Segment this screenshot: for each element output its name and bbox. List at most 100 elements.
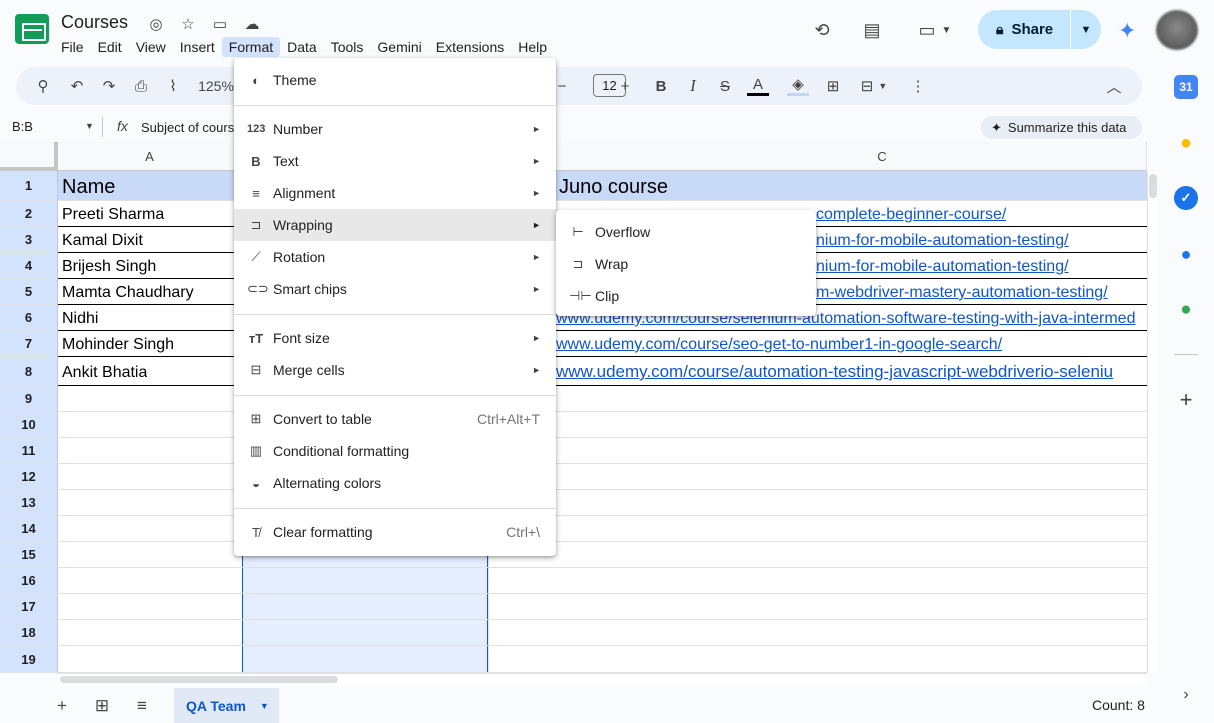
select-all-corner[interactable]	[0, 142, 58, 171]
chevron-down-icon[interactable]: ▼	[260, 701, 269, 711]
row-header-4[interactable]: 4	[0, 253, 58, 279]
menu-insert[interactable]: Insert	[173, 37, 222, 57]
menu-item-merge-cells[interactable]: ⊟ Merge cells ►	[234, 354, 556, 386]
row-header-7[interactable]: 7	[0, 331, 58, 357]
cell-a1[interactable]: Name	[62, 176, 115, 199]
borders-icon[interactable]: ⊞	[822, 74, 844, 98]
strikethrough-icon[interactable]: S	[714, 74, 736, 98]
name-box[interactable]: B:B	[12, 119, 33, 134]
row-header-5[interactable]: 5	[0, 279, 58, 305]
print-icon[interactable]: ⎙	[130, 74, 152, 98]
sheet-tab-qa-team[interactable]: QA Team ▼	[174, 688, 279, 723]
cell-c5-link[interactable]: m-webdriver-mastery-automation-testing/	[816, 284, 1108, 302]
italic-icon[interactable]: I	[682, 74, 704, 98]
row-header-3[interactable]: 3	[0, 227, 58, 253]
menu-item-alternating-colors[interactable]: ◒ Alternating colors	[234, 467, 556, 499]
cell-a6[interactable]: Nidhi	[62, 310, 98, 328]
document-title[interactable]: Courses	[61, 12, 128, 33]
expand-panel-icon[interactable]: ›	[1174, 683, 1198, 707]
table-row[interactable]	[58, 490, 1147, 516]
share-button[interactable]: 🔒︎ Share ▼	[978, 10, 1101, 49]
row-header-19[interactable]: 19	[0, 646, 58, 673]
summarize-data-button[interactable]: ✦ Summarize this data	[981, 116, 1142, 139]
horizontal-scroll-thumb[interactable]	[60, 676, 338, 683]
selection-count[interactable]: Count: 8	[1092, 697, 1145, 713]
column-header-c[interactable]: C	[488, 142, 1147, 171]
row-header-16[interactable]: 16	[0, 568, 58, 594]
undo-icon[interactable]: ↶	[66, 74, 88, 98]
avatar[interactable]	[1156, 10, 1198, 50]
meet-icon[interactable]: ▭ ▼	[912, 14, 958, 46]
submenu-item-wrap[interactable]: ⊐ Wrap	[556, 248, 816, 280]
comments-icon[interactable]: ▤	[856, 14, 888, 46]
table-row[interactable]	[58, 438, 1147, 464]
bold-icon[interactable]: B	[650, 74, 672, 98]
more-options-icon[interactable]: ⋮	[908, 74, 928, 98]
row-header-13[interactable]: 13	[0, 490, 58, 516]
table-row[interactable]	[58, 620, 1147, 646]
menu-format[interactable]: Format	[221, 37, 281, 57]
gemini-icon[interactable]: ✦	[1118, 18, 1136, 44]
menu-tools[interactable]: Tools	[324, 37, 371, 57]
menu-help[interactable]: Help	[511, 37, 554, 57]
menu-item-font-size[interactable]: тT Font size ►	[234, 322, 556, 354]
table-row[interactable]	[58, 542, 1147, 568]
menu-item-alignment[interactable]: ≡ Alignment ►	[234, 177, 556, 209]
row-header-9[interactable]: 9	[0, 386, 58, 412]
row-header-6[interactable]: 6	[0, 305, 58, 331]
cell-c3-link[interactable]: nium-for-mobile-automation-testing/	[816, 232, 1069, 250]
star-icon[interactable]: ☆	[178, 14, 198, 34]
menu-extensions[interactable]: Extensions	[429, 37, 511, 57]
table-row[interactable]	[58, 646, 1147, 673]
vertical-scroll-thumb[interactable]	[1149, 174, 1157, 198]
cell-c2-link[interactable]: complete-beginner-course/	[816, 206, 1006, 224]
paint-format-icon[interactable]: ⌇	[162, 74, 184, 98]
all-sheets-menu-icon[interactable]: ≡	[130, 694, 154, 718]
menu-gemini[interactable]: Gemini	[370, 37, 428, 57]
table-row[interactable]	[58, 568, 1147, 594]
menu-edit[interactable]: Edit	[91, 37, 129, 57]
contacts-icon[interactable]: ●	[1174, 242, 1198, 266]
table-row[interactable]	[58, 386, 1147, 412]
keep-icon[interactable]: ●	[1174, 131, 1198, 155]
calendar-icon[interactable]: 31	[1174, 75, 1198, 99]
merge-cells-icon[interactable]: ⊟ ▼	[856, 74, 892, 98]
row-header-15[interactable]: 15	[0, 542, 58, 568]
row-header-17[interactable]: 17	[0, 594, 58, 620]
cell-a2[interactable]: Preeti Sharma	[62, 206, 164, 224]
row-header-1[interactable]: 1	[0, 171, 58, 201]
cell-a4[interactable]: Brijesh Singh	[62, 258, 156, 276]
redo-icon[interactable]: ↷	[98, 74, 120, 98]
menu-item-rotation[interactable]: ⟋ Rotation ►	[234, 241, 556, 273]
cloud-saved-icon[interactable]: ☁	[242, 14, 262, 34]
share-dropdown-icon[interactable]: ▼	[1071, 24, 1101, 36]
add-addon-icon[interactable]: +	[1174, 387, 1198, 412]
collapse-toolbar-icon[interactable]: ︿	[1104, 74, 1124, 98]
name-box-dropdown-icon[interactable]: ▼	[85, 121, 94, 131]
table-row[interactable]	[58, 412, 1147, 438]
workspace-icon[interactable]: ◎	[146, 14, 166, 34]
cell-c1[interactable]: Juno course	[559, 176, 668, 199]
menu-data[interactable]: Data	[280, 37, 324, 57]
formula-input[interactable]: Subject of course	[141, 120, 241, 135]
row-header-10[interactable]: 10	[0, 412, 58, 438]
row-header-11[interactable]: 11	[0, 438, 58, 464]
column-header-a[interactable]: A	[58, 142, 242, 171]
menu-item-conditional-formatting[interactable]: ▥ Conditional formatting	[234, 435, 556, 467]
fill-color-icon[interactable]: ◈	[786, 74, 810, 98]
menu-item-wrapping[interactable]: ⊐ Wrapping ►	[234, 209, 556, 241]
row-header-8[interactable]: 8	[0, 357, 58, 386]
row-header-18[interactable]: 18	[0, 620, 58, 646]
menu-file[interactable]: File	[54, 37, 91, 57]
submenu-item-overflow[interactable]: ⊢ Overflow	[556, 216, 816, 248]
cell-a5[interactable]: Mamta Chaudhary	[62, 284, 194, 302]
tasks-icon[interactable]: ✓	[1174, 186, 1198, 210]
version-history-icon[interactable]: ⟲	[806, 14, 838, 46]
text-color-icon[interactable]: A	[746, 74, 770, 98]
zoom-select[interactable]: 125%	[196, 74, 236, 98]
row-header-12[interactable]: 12	[0, 464, 58, 490]
menu-item-convert-to-table[interactable]: ⊞ Convert to table Ctrl+Alt+T	[234, 403, 556, 435]
move-folder-icon[interactable]: ▭	[210, 14, 230, 34]
row-header-2[interactable]: 2	[0, 201, 58, 227]
table-row[interactable]	[58, 464, 1147, 490]
